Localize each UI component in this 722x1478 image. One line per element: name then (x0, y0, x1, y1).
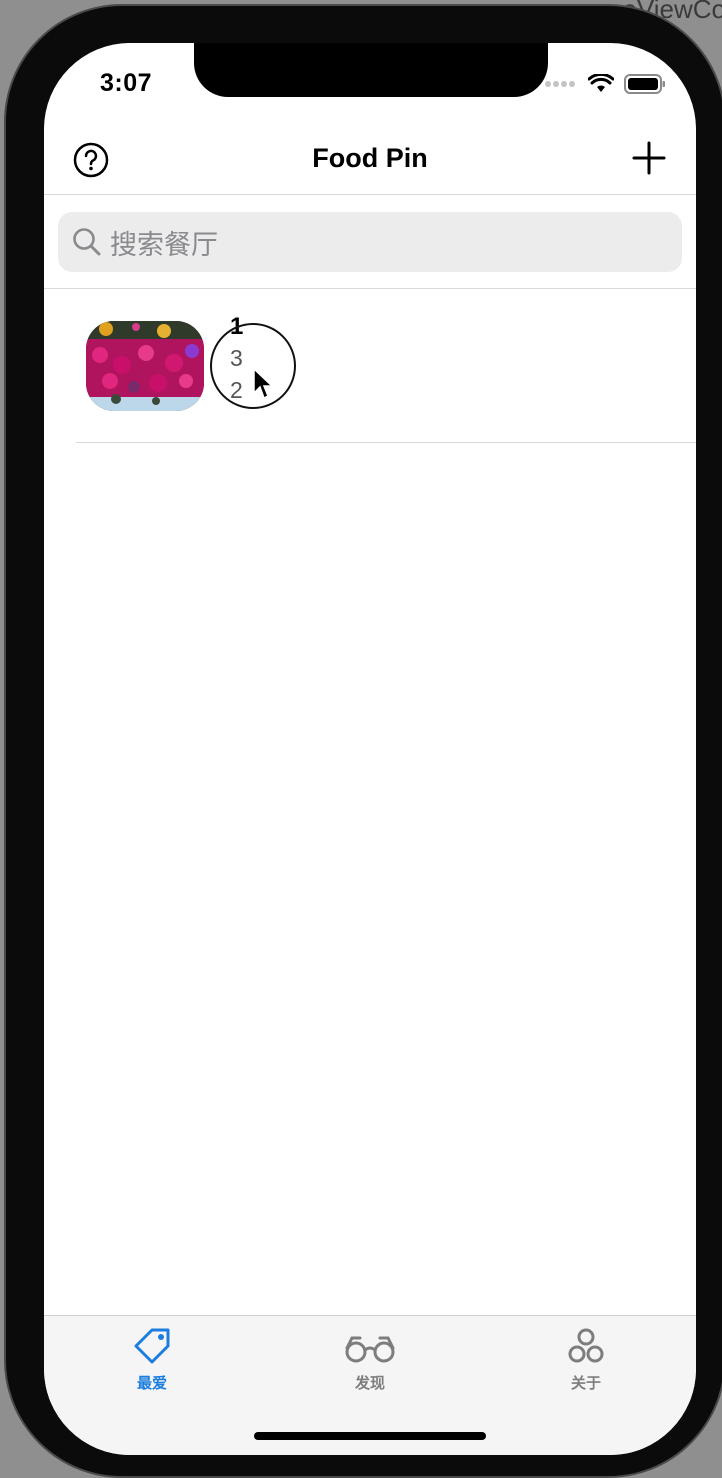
search-input[interactable]: 搜索餐厅 (58, 212, 682, 272)
search-icon (73, 228, 101, 256)
wifi-icon (588, 74, 614, 92)
search-placeholder: 搜索餐厅 (110, 229, 218, 260)
page-title: Food Pin (312, 143, 428, 173)
tab-label: 关于 (570, 1375, 601, 1392)
signal-icon (545, 81, 575, 87)
glasses-icon (345, 1336, 395, 1363)
add-restaurant-button[interactable] (630, 139, 668, 177)
three-circles-icon (568, 1328, 604, 1363)
battery-icon (624, 74, 665, 94)
restaurant-thumbnail (86, 321, 204, 411)
app-screen: 3:07 Food Pin 搜索餐厅 1 3 2 最爱 发现 关于 (44, 43, 696, 1455)
tab-favorites[interactable]: 最爱 (92, 1326, 212, 1393)
tab-label: 发现 (354, 1375, 385, 1392)
device-notch (194, 43, 548, 97)
phone-frame: 3:07 Food Pin 搜索餐厅 1 3 2 最爱 发现 关于 (4, 4, 722, 1478)
mouse-cursor-icon (253, 367, 274, 400)
plus-icon (632, 141, 666, 175)
tab-label: 最爱 (136, 1375, 167, 1392)
tab-discover[interactable]: 发现 (310, 1326, 430, 1393)
restaurant-row[interactable]: 1 3 2 (44, 289, 696, 443)
status-time: 3:07 (100, 69, 153, 97)
navigation-bar: Food Pin (44, 131, 696, 195)
home-indicator[interactable] (254, 1432, 486, 1440)
status-indicators (544, 73, 666, 95)
tag-icon (134, 1328, 170, 1364)
tab-about[interactable]: 关于 (526, 1326, 646, 1393)
row-divider (76, 442, 696, 443)
search-bar: 搜索餐厅 (44, 195, 696, 289)
